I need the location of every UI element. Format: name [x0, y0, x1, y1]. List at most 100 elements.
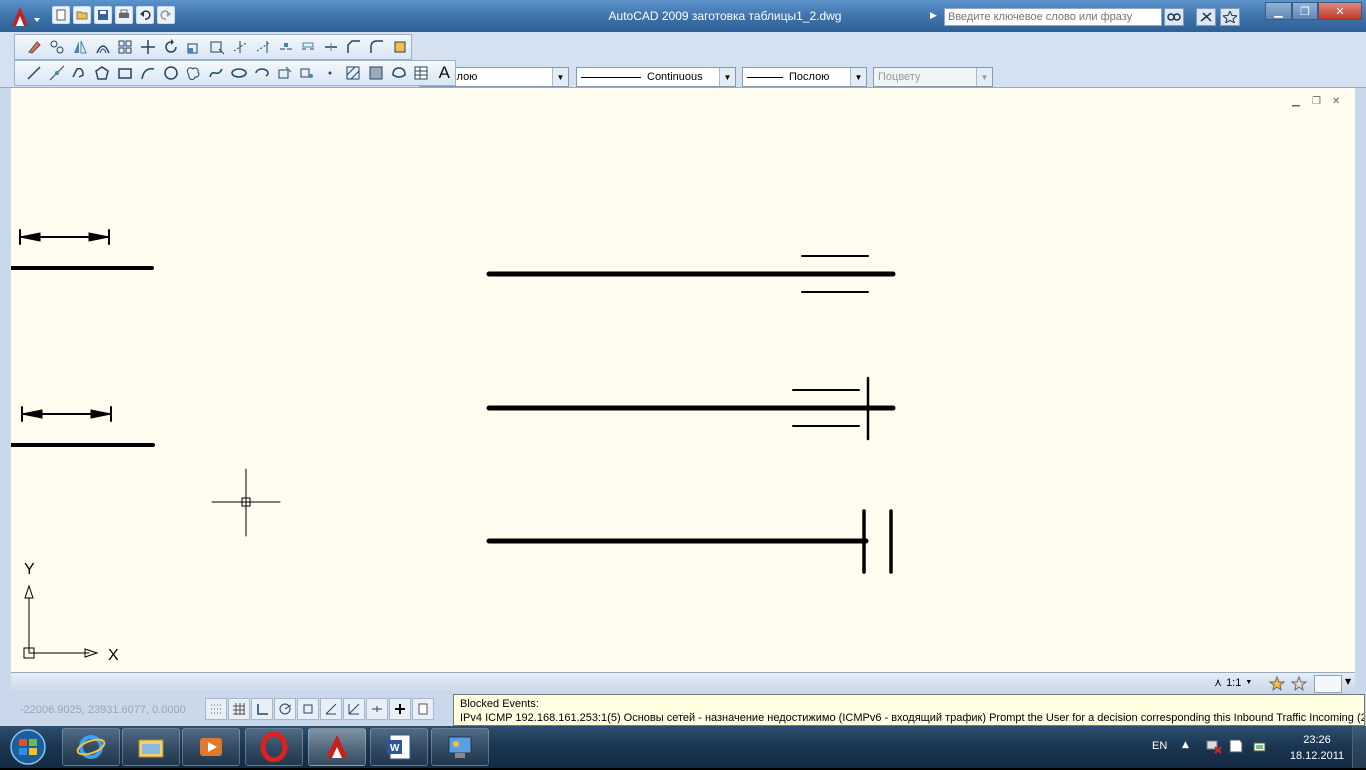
close-button[interactable]: ✕ — [1318, 2, 1362, 20]
favorites-star-icon[interactable] — [1220, 8, 1240, 26]
taskbar-control-panel[interactable] — [431, 728, 489, 766]
model-layout-bar: ⋏ 1:1 ▼ ▼ — [11, 672, 1355, 694]
fillet-icon[interactable] — [366, 36, 388, 58]
linetype-value: Continuous — [647, 71, 703, 83]
explode-icon[interactable] — [389, 36, 411, 58]
linetype-preview — [581, 76, 641, 78]
line-icon[interactable] — [23, 62, 45, 84]
symbol-parallel-with-stop — [486, 376, 896, 441]
grid-icon[interactable] — [228, 698, 250, 720]
help-search-input[interactable] — [944, 8, 1162, 26]
chamfer-icon[interactable] — [343, 36, 365, 58]
new-icon[interactable] — [52, 6, 70, 24]
workspace-switch-icon[interactable] — [1314, 675, 1342, 693]
taskbar-media-player[interactable] — [182, 728, 240, 766]
action-center-icon[interactable] — [1228, 738, 1244, 754]
construction-line-icon[interactable] — [46, 62, 68, 84]
infer-constraints-icon[interactable] — [205, 698, 227, 720]
rectangle-icon[interactable] — [114, 62, 136, 84]
coordinates-readout[interactable]: -22006.9025, 23931.6077, 0.0000 — [20, 704, 186, 716]
break-icon[interactable] — [298, 36, 320, 58]
annotation-scale-control[interactable]: ⋏ 1:1 ▼ — [1214, 676, 1252, 690]
dynamic-ucs-icon[interactable] — [343, 698, 365, 720]
trim-icon[interactable] — [229, 36, 251, 58]
polygon-icon[interactable] — [91, 62, 113, 84]
minimize-button[interactable]: ▁ — [1265, 2, 1292, 20]
left-frame — [0, 88, 11, 694]
circle-icon[interactable] — [160, 62, 182, 84]
undo-icon[interactable] — [136, 6, 154, 24]
lineweight-dropdown[interactable]: Послою ▼ — [742, 67, 867, 87]
taskbar-word[interactable]: W — [370, 728, 428, 766]
mirror-icon[interactable] — [69, 36, 91, 58]
gradient-icon[interactable] — [365, 62, 387, 84]
dynamic-input-icon[interactable] — [366, 698, 388, 720]
blocked-events-notification[interactable]: Blocked Events: IPv4 ICMP 192.168.161.25… — [453, 694, 1365, 726]
start-button[interactable] — [4, 728, 52, 766]
point-icon[interactable] — [319, 62, 341, 84]
insert-block-icon[interactable] — [274, 62, 296, 84]
maximize-button[interactable]: ❐ — [1292, 2, 1318, 20]
application-menu-button[interactable] — [6, 4, 42, 30]
redo-icon[interactable] — [157, 6, 175, 24]
taskbar-autocad[interactable] — [308, 728, 366, 766]
save-icon[interactable] — [94, 6, 112, 24]
network-icon[interactable] — [1206, 738, 1222, 754]
media-player-icon — [200, 738, 222, 756]
print-icon[interactable] — [115, 6, 133, 24]
linetype-dropdown[interactable]: Continuous ▼ — [576, 67, 736, 87]
spline-icon[interactable] — [205, 62, 227, 84]
clock-date[interactable]: 18.12.2011 — [1284, 750, 1350, 762]
quick-properties-icon[interactable] — [412, 698, 434, 720]
object-snap-icon[interactable] — [297, 698, 319, 720]
annotation-scale-value: 1:1 — [1226, 676, 1242, 689]
hatch-icon[interactable] — [342, 62, 364, 84]
table-icon[interactable] — [411, 62, 433, 84]
make-block-icon[interactable] — [297, 62, 319, 84]
clock-time[interactable]: 23:26 — [1292, 734, 1342, 746]
show-desktop-button[interactable] — [1352, 726, 1366, 768]
stretch-icon[interactable] — [206, 36, 228, 58]
taskbar-explorer[interactable] — [122, 728, 180, 766]
revision-cloud-icon[interactable] — [183, 62, 205, 84]
ortho-icon[interactable] — [251, 698, 273, 720]
offset-icon[interactable] — [92, 36, 114, 58]
move-icon[interactable] — [137, 36, 159, 58]
lineweight-toggle-icon[interactable] — [389, 698, 411, 720]
taskbar-internet-explorer[interactable] — [62, 728, 120, 766]
erase-icon[interactable] — [23, 36, 45, 58]
search-binoculars-icon[interactable] — [1164, 8, 1184, 26]
ellipse-arc-icon[interactable] — [251, 62, 273, 84]
polar-tracking-icon[interactable] — [274, 698, 296, 720]
control-panel-icon — [448, 736, 472, 758]
join-icon[interactable] — [320, 36, 342, 58]
ellipse-icon[interactable] — [228, 62, 250, 84]
open-icon[interactable] — [73, 6, 91, 24]
chevron-down-icon[interactable]: ▼ — [1345, 677, 1351, 686]
rotate-icon[interactable] — [160, 36, 182, 58]
object-snap-tracking-icon[interactable] — [320, 698, 342, 720]
power-icon[interactable] — [1252, 738, 1268, 754]
chevron-down-icon: ▼ — [552, 68, 568, 86]
show-hidden-icons-icon[interactable]: ▲ — [1182, 740, 1189, 750]
auto-scale-icon[interactable] — [1290, 675, 1308, 693]
communication-center-icon[interactable] — [1196, 8, 1216, 26]
break-at-point-icon[interactable] — [275, 36, 297, 58]
autocad-logo-icon — [12, 7, 40, 26]
polyline-icon[interactable] — [69, 62, 91, 84]
array-icon[interactable] — [115, 36, 137, 58]
internet-explorer-icon — [76, 735, 106, 759]
language-indicator[interactable]: EN — [1152, 740, 1167, 752]
annotation-visibility-icon[interactable] — [1268, 675, 1286, 693]
extend-icon[interactable] — [252, 36, 274, 58]
copy-icon[interactable] — [46, 36, 68, 58]
taskbar-opera[interactable] — [245, 728, 303, 766]
region-icon[interactable] — [388, 62, 410, 84]
scale-icon[interactable] — [183, 36, 205, 58]
multiline-text-icon[interactable]: A — [433, 62, 455, 84]
drawing-canvas[interactable]: ▁ ❐ ✕ Y X — [11, 88, 1355, 672]
notification-heading: Blocked Events: — [460, 698, 539, 710]
plotstyle-dropdown[interactable]: Поцвету ▼ — [873, 67, 993, 87]
arc-icon[interactable] — [137, 62, 159, 84]
expand-arrow-icon[interactable]: ▶ — [930, 11, 937, 21]
